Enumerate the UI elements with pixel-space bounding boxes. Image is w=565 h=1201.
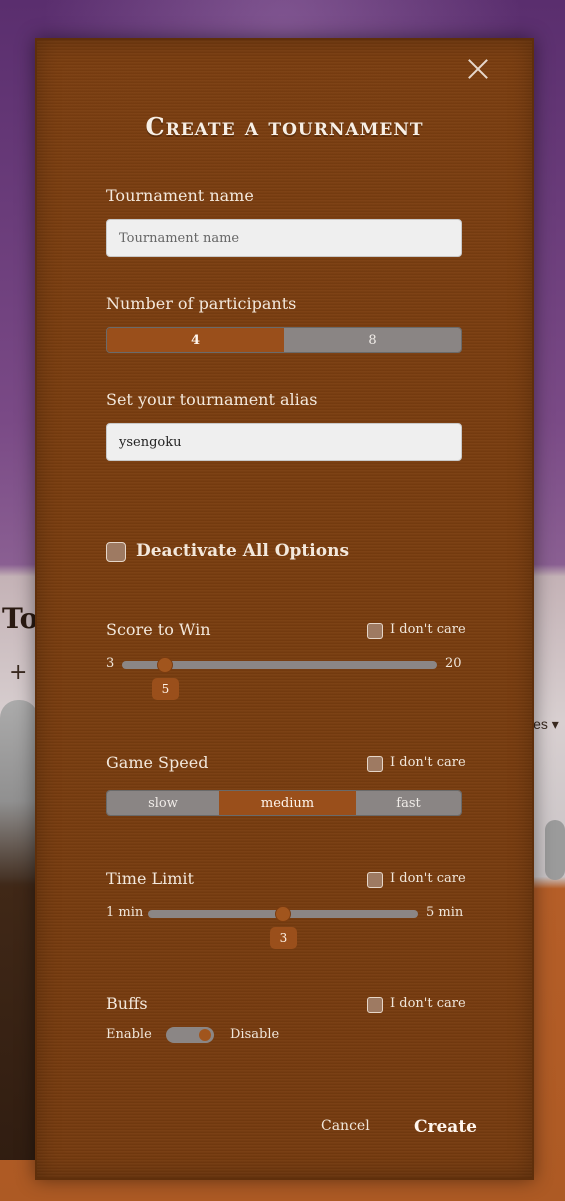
game-speed-label: Game Speed <box>106 753 209 772</box>
buffs-label: Buffs <box>106 994 148 1013</box>
participants-selector: 4 8 <box>106 327 462 353</box>
alias-label: Set your tournament alias <box>106 390 318 409</box>
time-value-bubble: 3 <box>270 927 297 949</box>
tournament-name-label: Tournament name <box>106 186 254 205</box>
time-dont-care-checkbox[interactable] <box>367 872 383 888</box>
background-filter-dropdown: ies ▾ <box>530 716 559 732</box>
participants-label: Number of participants <box>106 294 297 313</box>
buffs-dont-care-label: I don't care <box>390 996 466 1011</box>
time-dont-care-label: I don't care <box>390 871 466 886</box>
buffs-dont-care-checkbox[interactable] <box>367 997 383 1013</box>
speed-dont-care-label: I don't care <box>390 755 466 770</box>
background-page-title: To <box>2 602 39 635</box>
participants-option-4[interactable]: 4 <box>107 328 284 352</box>
deactivate-all-checkbox[interactable] <box>106 542 126 562</box>
speed-dont-care-checkbox[interactable] <box>367 756 383 772</box>
score-dont-care-label: I don't care <box>390 622 466 637</box>
participants-option-8[interactable]: 8 <box>284 328 461 352</box>
speed-option-medium[interactable]: medium <box>219 791 356 815</box>
alias-input[interactable] <box>106 423 462 461</box>
score-dont-care-checkbox[interactable] <box>367 623 383 639</box>
background-cactus <box>0 700 38 1160</box>
deactivate-all-label: Deactivate All Options <box>136 541 350 561</box>
score-to-win-label: Score to Win <box>106 620 211 639</box>
buffs-enable-label: Enable <box>106 1027 152 1042</box>
time-limit-label: Time Limit <box>106 869 194 888</box>
score-value-bubble: 5 <box>152 678 179 700</box>
close-icon[interactable] <box>467 58 489 80</box>
cancel-button[interactable]: Cancel <box>321 1118 370 1134</box>
tournament-name-input[interactable] <box>106 219 462 257</box>
background-cactus <box>545 820 565 880</box>
buffs-toggle-knob <box>199 1029 211 1041</box>
time-min-label: 1 min <box>106 905 144 920</box>
time-max-label: 5 min <box>426 905 464 920</box>
score-min-label: 3 <box>106 656 115 671</box>
modal-title: Create a tournament <box>145 112 424 141</box>
buffs-toggle[interactable] <box>166 1027 214 1043</box>
score-max-label: 20 <box>445 656 462 671</box>
speed-option-fast[interactable]: fast <box>356 791 461 815</box>
game-speed-selector: slow medium fast <box>106 790 462 816</box>
time-slider-thumb[interactable] <box>275 906 291 922</box>
speed-option-slow[interactable]: slow <box>107 791 219 815</box>
score-slider-thumb[interactable] <box>157 657 173 673</box>
buffs-disable-label: Disable <box>230 1027 280 1042</box>
create-button[interactable]: Create <box>414 1117 477 1137</box>
